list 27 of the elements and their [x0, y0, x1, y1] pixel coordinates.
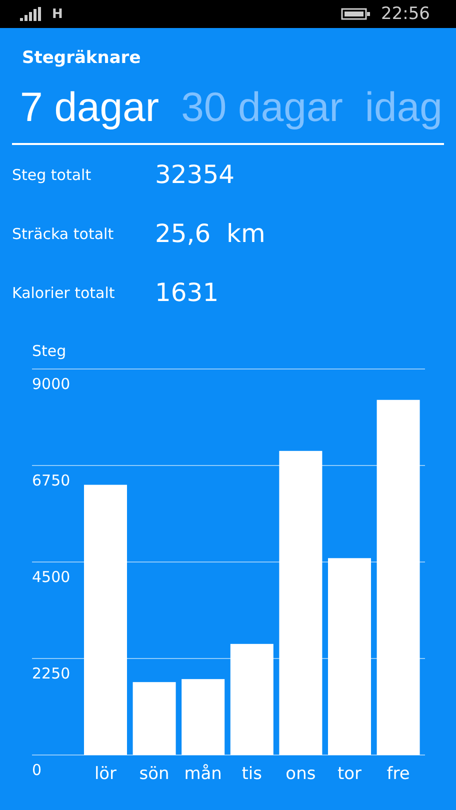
clock-time: 22:56 [381, 4, 430, 24]
x-tick-label: tis [242, 764, 262, 784]
x-tick-label: lör [94, 764, 117, 784]
battery-icon [341, 8, 371, 20]
stat-label: Kalorier totalt [12, 284, 116, 302]
y-axis-title: Steg [32, 342, 66, 360]
y-tick-label: 9000 [32, 375, 70, 393]
stat-value: 32354 [155, 160, 235, 189]
stat-value: 25,6 km [155, 219, 266, 248]
x-tick-label: tor [337, 764, 362, 784]
stat-label: Sträcka totalt [12, 224, 115, 242]
x-tick-label: mån [184, 764, 222, 784]
stat-value: 1631 [155, 278, 219, 307]
stat-label: Steg totalt [12, 166, 92, 184]
y-tick-label: 4500 [32, 568, 70, 586]
y-tick-label: 2250 [32, 664, 70, 682]
y-tick-label: 6750 [32, 472, 70, 490]
app-title: Stegräknare [22, 48, 142, 68]
pivot-tab[interactable]: 30 dagar [181, 84, 343, 131]
signal-icon [20, 7, 42, 21]
x-tick-label: ons [286, 764, 316, 784]
pivot-tab[interactable]: 7 dagar [20, 84, 160, 131]
y-tick-label: 0 [32, 761, 42, 779]
x-tick-label: sön [139, 764, 170, 784]
pivot-tab[interactable]: idag [364, 84, 442, 131]
network-type: H [52, 6, 63, 22]
x-tick-label: fre [386, 764, 410, 784]
